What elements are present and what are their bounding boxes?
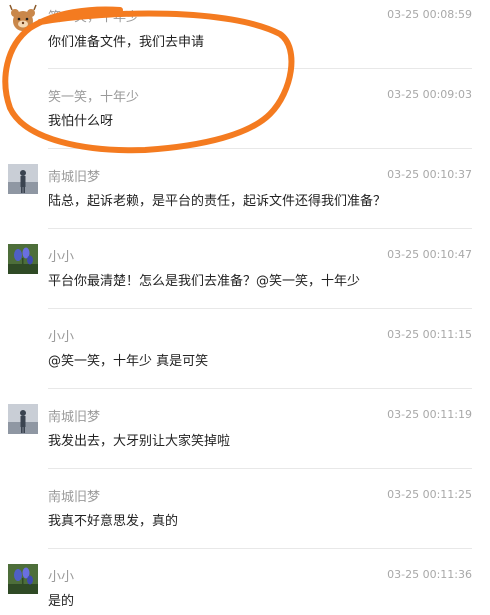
message-text: 我发出去，大牙别让大家笑掉啦 [48,434,231,449]
message-text: 我怕什么呀 [48,114,114,129]
sender-name: 南城旧梦 [48,490,101,505]
message-timestamp: 03-25 00:11:36 [387,568,472,581]
divider [48,388,472,389]
sender-name: 小小 [48,570,75,585]
message-timestamp: 03-25 00:11:15 [387,328,472,341]
divider [48,308,472,309]
divider [48,548,472,549]
sender-name: 小小 [48,330,75,345]
message-text: 陆总，起诉老赖，是平台的责任，起诉文件还得我们准备？ [48,194,387,209]
divider [48,148,472,149]
message-timestamp: 03-25 00:10:47 [387,248,472,261]
sender-name: 笑一笑，十年少 [48,10,140,25]
message-timestamp: 03-25 00:11:25 [387,488,472,501]
sender-name: 笑一笑，十年少 [48,90,140,105]
message-timestamp: 03-25 00:09:03 [387,88,472,101]
message-timestamp: 03-25 00:08:59 [387,8,472,21]
message-timestamp: 03-25 00:11:19 [387,408,472,421]
person-avatar[interactable] [8,164,38,194]
divider [48,228,472,229]
bear-avatar[interactable] [8,4,38,34]
sender-name: 小小 [48,250,75,265]
person-avatar[interactable] [8,404,38,434]
message-text: 平台你最清楚！怎么是我们去准备？@笑一笑，十年少 [48,274,361,289]
sender-name: 南城旧梦 [48,410,101,425]
message-text: 是的 [48,594,75,609]
divider [48,68,472,69]
divider [48,468,472,469]
flower-avatar[interactable] [8,244,38,274]
message-text: 我真不好意思发，真的 [48,514,179,529]
flower-avatar[interactable] [8,564,38,594]
message-text: @笑一笑，十年少 真是可笑 [48,354,209,369]
message-timestamp: 03-25 00:10:37 [387,168,472,181]
sender-name: 南城旧梦 [48,170,101,185]
message-text: 你们准备文件，我们去申请 [48,35,205,50]
